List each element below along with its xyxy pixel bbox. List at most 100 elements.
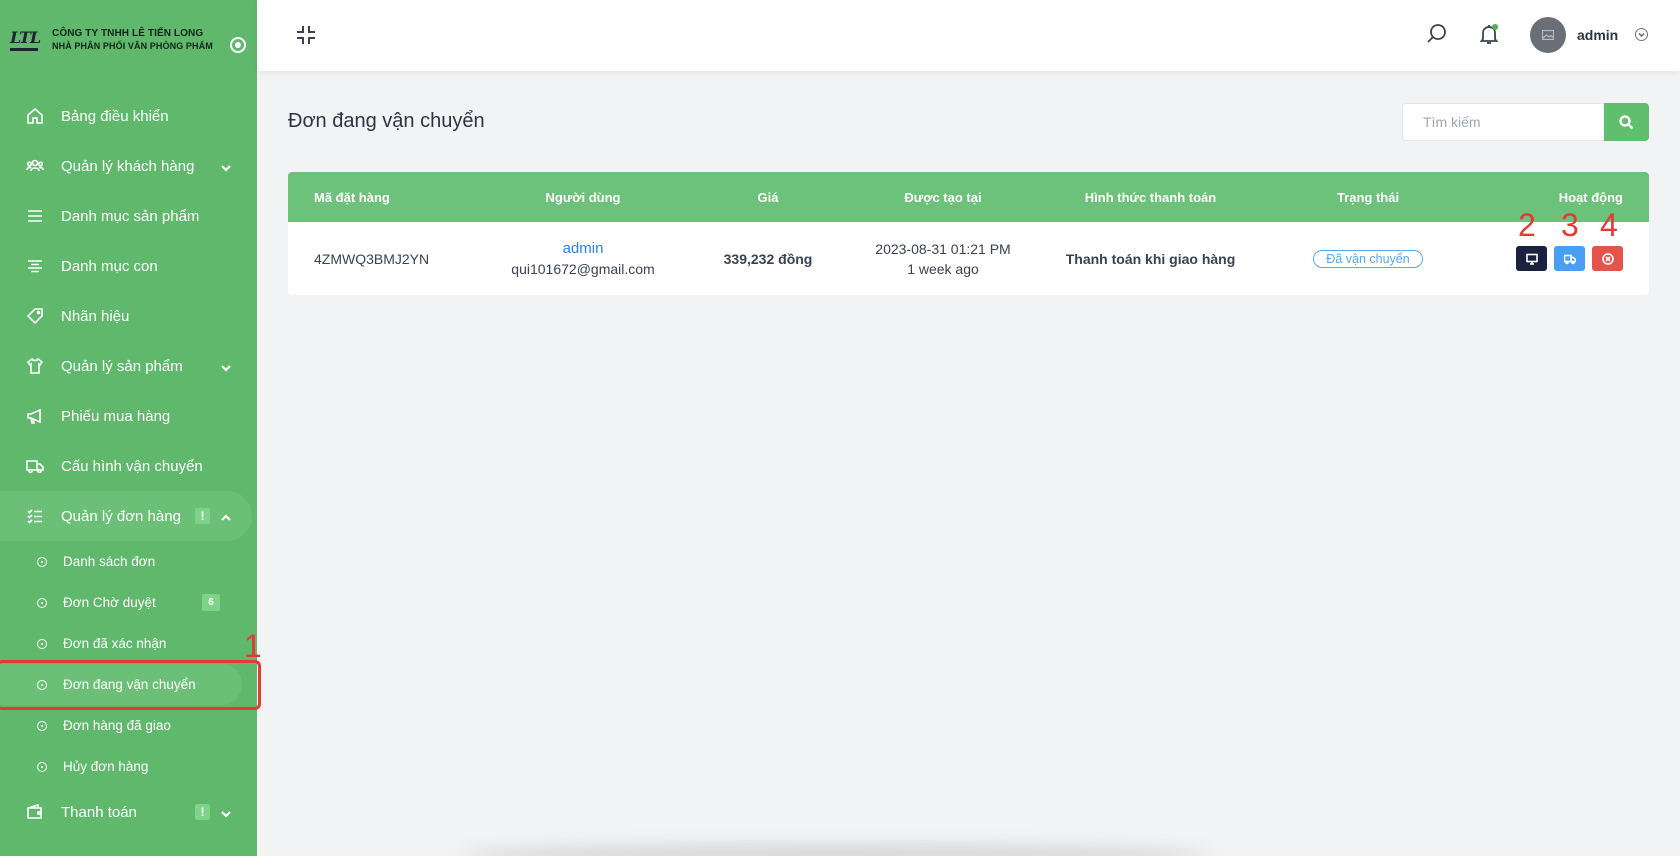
order-id: 4ZMWQ3BMJ2YN: [314, 250, 430, 267]
sidebar-item-brands[interactable]: Nhãn hiệu: [0, 291, 257, 341]
alert-badge: !: [195, 508, 210, 524]
annotation-number-4: 4: [1600, 207, 1618, 243]
search-icon: [1619, 114, 1634, 129]
user-link[interactable]: admin: [473, 240, 693, 257]
circle-dot-icon: [37, 679, 47, 690]
column-header-payment: Hình thức thanh toán: [1084, 189, 1217, 205]
home-icon: [26, 107, 44, 125]
sidebar-item-label: Phiếu mua hàng: [61, 407, 171, 425]
ship-order-button[interactable]: [1554, 246, 1585, 271]
search-icon[interactable]: [1425, 22, 1449, 46]
submenu-item-order-list[interactable]: Danh sách đơn: [0, 541, 257, 582]
sidebar-item-label: Quản lý đơn hàng: [61, 507, 181, 525]
shirt-icon: [26, 357, 44, 375]
submenu-item-label: Đơn đã xác nhận: [63, 636, 167, 651]
table-header: Mã đặt hàng Người dùng Giá Được tạo tại …: [288, 172, 1649, 222]
sidebar-item-customers[interactable]: Quản lý khách hàng: [0, 141, 257, 191]
created-at-relative: 1 week ago: [907, 260, 979, 277]
notification-dot: [1492, 24, 1498, 30]
search-button[interactable]: [1604, 103, 1649, 141]
sidebar-item-product-categories[interactable]: Danh mục sản phẩm: [0, 191, 257, 241]
payment-method: Thanh toán khi giao hàng: [1065, 250, 1236, 267]
truck-icon: [1563, 254, 1576, 264]
chevron-down-icon: [221, 360, 231, 372]
wallet-icon: [26, 803, 44, 821]
close-circle-icon: [1601, 252, 1614, 265]
sidebar-item-dashboard[interactable]: Bảng điều khiển: [0, 91, 257, 141]
truck-icon: [26, 457, 44, 475]
brand-line1: CÔNG TY TNHH LÊ TIẾN LONG: [52, 28, 204, 39]
status-cell: Đã vận chuyển: [1258, 249, 1478, 268]
chevron-down-icon: [221, 160, 231, 172]
sidebar-item-label: Bảng điều khiển: [61, 107, 169, 125]
checklist-icon: [26, 507, 44, 525]
sidebar-item-payment[interactable]: Thanh toán !: [0, 787, 257, 837]
annotation-number-2: 2: [1518, 207, 1536, 243]
bottom-shadow: [460, 845, 1210, 856]
brand-logo-text: LTL: [10, 27, 41, 47]
alert-badge: !: [195, 804, 210, 820]
column-header-actions: Hoạt động: [1558, 189, 1623, 205]
actions-cell: [1478, 246, 1649, 271]
view-order-button[interactable]: [1516, 246, 1547, 271]
circle-dot-icon: [37, 556, 47, 567]
brand-logo: LTL: [10, 27, 41, 52]
brand-name: CÔNG TY TNHH LÊ TIẾN LONG NHÀ PHÂN PHỐI …: [52, 27, 213, 53]
sidebar-item-label: Quản lý khách hàng: [61, 157, 195, 175]
circle-dot-icon: [37, 638, 47, 649]
user-email: qui101672@gmail.com: [511, 261, 655, 277]
sidebar-item-label: Thanh toán: [61, 803, 137, 821]
submenu-item-delivered-orders[interactable]: Đơn hàng đã giao: [0, 705, 257, 746]
sidebar-item-vouchers[interactable]: Phiếu mua hàng: [0, 391, 257, 441]
brand-line2: NHÀ PHÂN PHỐI VĂN PHÒNG PHẨM: [52, 41, 213, 51]
list-icon: [26, 207, 44, 225]
collapse-icon[interactable]: [295, 24, 317, 46]
align-icon: [26, 257, 44, 275]
sidebar-item-orders[interactable]: Quản lý đơn hàng !: [0, 491, 252, 541]
chevron-down-icon: [221, 806, 231, 818]
sidebar-item-shipping-config[interactable]: Cấu hình vận chuyển: [0, 441, 257, 491]
sidebar-item-subcategories[interactable]: Danh mục con: [0, 241, 257, 291]
chevron-up-icon: [221, 510, 231, 521]
count-badge: 6: [202, 594, 220, 611]
sidebar-toggle-icon[interactable]: [230, 37, 246, 53]
created-at-date: 2023-08-31 01:21 PM: [875, 240, 1011, 257]
tag-icon: [26, 307, 44, 325]
submenu-item-confirmed-orders[interactable]: Đơn đã xác nhận: [0, 623, 257, 664]
bell-icon[interactable]: [1477, 22, 1501, 46]
annotation-number-3: 3: [1561, 207, 1579, 243]
submenu-item-shipping-orders[interactable]: Đơn đang vận chuyển: [0, 664, 242, 705]
column-header-price: Giá: [757, 189, 779, 205]
page-title: Đơn đang vận chuyển: [288, 110, 485, 132]
user-cell: admin qui101672@gmail.com: [473, 240, 693, 277]
sidebar-item-label: Danh mục con: [61, 257, 158, 275]
column-header-status: Trạng thái: [1336, 189, 1400, 205]
chevron-down-icon[interactable]: [1635, 28, 1648, 41]
sidebar-item-label: Danh mục sản phẩm: [61, 207, 200, 225]
sidebar-item-label: Cấu hình vận chuyển: [61, 457, 203, 475]
monitor-icon: [1525, 253, 1538, 265]
user-name[interactable]: admin: [1577, 27, 1618, 43]
created-at-cell: 2023-08-31 01:21 PM 1 week ago: [843, 239, 1043, 279]
column-header-order-id: Mã đặt hàng: [314, 189, 390, 205]
search-bar: [1402, 103, 1649, 141]
submenu-item-cancel-orders[interactable]: Hủy đơn hàng: [0, 746, 257, 787]
sidebar: LTL CÔNG TY TNHH LÊ TIẾN LONG NHÀ PHÂN P…: [0, 0, 257, 856]
avatar[interactable]: [1530, 17, 1566, 53]
circle-dot-icon: [37, 597, 47, 608]
megaphone-icon: [26, 407, 44, 425]
submenu-item-label: Đơn hàng đã giao: [63, 718, 171, 733]
cancel-order-button[interactable]: [1592, 246, 1623, 271]
submenu-item-pending-orders[interactable]: Đơn Chờ duyệt 6: [0, 582, 257, 623]
brand: LTL CÔNG TY TNHH LÊ TIẾN LONG NHÀ PHÂN P…: [0, 0, 257, 80]
sidebar-item-label: Nhãn hiệu: [61, 307, 130, 325]
orders-table: Mã đặt hàng Người dùng Giá Được tạo tại …: [288, 172, 1649, 295]
search-input[interactable]: [1402, 103, 1605, 141]
sidebar-menu: Bảng điều khiển Quản lý khách hàng Danh …: [0, 91, 257, 837]
table-row: 4ZMWQ3BMJ2YN admin qui101672@gmail.com 3…: [288, 222, 1649, 295]
users-icon: [26, 157, 44, 175]
annotation-number-1: 1: [244, 628, 262, 664]
order-price: 339,232 đồng: [723, 250, 813, 267]
circle-dot-icon: [37, 761, 47, 772]
sidebar-item-products[interactable]: Quản lý sản phẩm: [0, 341, 257, 391]
